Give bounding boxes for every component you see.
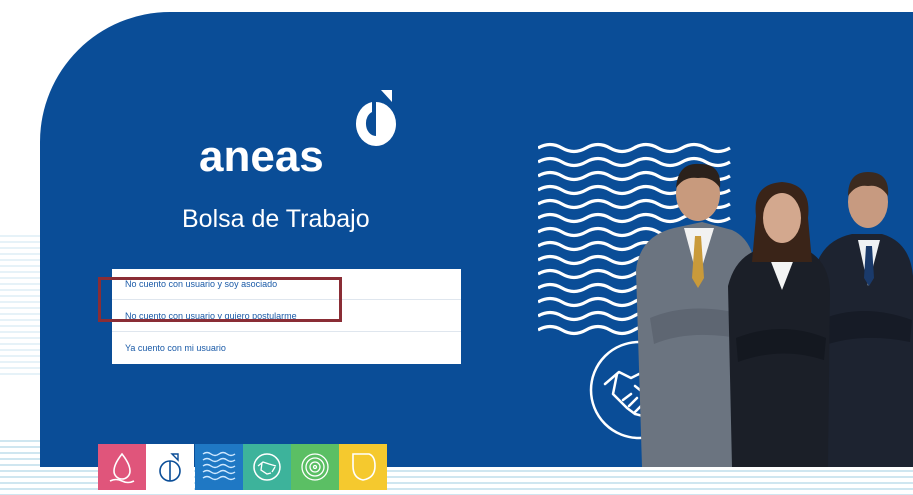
waves-icon: [202, 451, 236, 481]
water-drop-icon: [109, 452, 135, 484]
handshake-tile: [243, 444, 291, 490]
target-tile: [291, 444, 339, 490]
selection-highlight-box: [98, 277, 342, 322]
shield-icon: [352, 453, 376, 481]
shield-tile: [339, 444, 387, 490]
aneas-outline-tile: [146, 444, 194, 490]
page-subtitle: Bolsa de Trabajo: [182, 205, 370, 233]
aneas-logo-icon: [355, 90, 396, 146]
water-drop-tile: [98, 444, 146, 490]
target-icon: [301, 453, 329, 481]
business-people-photo: [636, 163, 913, 467]
hero-panel: aneas Bolsa de Trabajo: [40, 12, 913, 467]
waves-tile: [195, 444, 243, 490]
brand-wordmark: aneas: [199, 132, 324, 181]
aneas-outline-icon: [159, 453, 181, 482]
handshake-small-icon: [253, 453, 281, 481]
option-have-user[interactable]: Ya cuento con mi usuario: [112, 333, 461, 364]
icon-tiles-row: [98, 444, 388, 490]
